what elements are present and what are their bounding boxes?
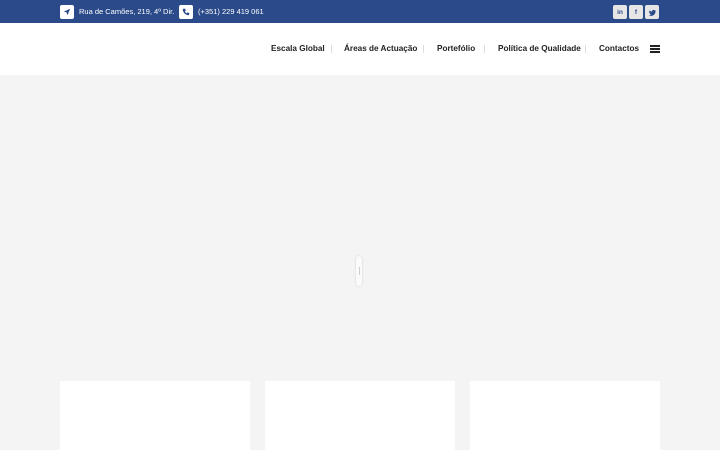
nav-escala-global[interactable]: Escala Global — [271, 44, 325, 53]
top-bar: Rua de Camões, 219, 4º Dir. (+351) 229 4… — [0, 0, 720, 23]
linkedin-icon[interactable]: in — [613, 5, 627, 19]
twitter-icon[interactable] — [645, 5, 659, 19]
address-info: Rua de Camões, 219, 4º Dir. — [60, 4, 174, 19]
hamburger-menu-icon[interactable] — [650, 45, 660, 53]
slider-drag-handle[interactable] — [356, 256, 362, 286]
phone-text[interactable]: (+351) 229 419 061 — [198, 7, 264, 16]
address-text: Rua de Camões, 219, 4º Dir. — [79, 7, 175, 16]
nav-separator — [423, 45, 424, 53]
nav-separator — [484, 45, 485, 53]
nav-portefolio[interactable]: Portefólio — [437, 44, 475, 53]
phone-icon — [179, 4, 193, 19]
hero-slider — [0, 75, 720, 375]
feature-card — [60, 381, 250, 450]
feature-card — [265, 381, 455, 450]
facebook-icon[interactable]: f — [629, 5, 643, 19]
nav-politica-de-qualidade[interactable]: Política de Qualidade — [498, 44, 581, 53]
nav-separator — [331, 45, 332, 53]
main-header: Escala Global Áreas de Actuação Portefól… — [0, 23, 720, 75]
location-arrow-icon — [60, 4, 74, 19]
nav-separator — [585, 45, 586, 53]
feature-card — [470, 381, 660, 450]
nav-areas-de-actuacao[interactable]: Áreas de Actuação — [344, 44, 417, 53]
phone-info: (+351) 229 419 061 — [179, 4, 264, 19]
nav-contactos[interactable]: Contactos — [599, 44, 639, 53]
